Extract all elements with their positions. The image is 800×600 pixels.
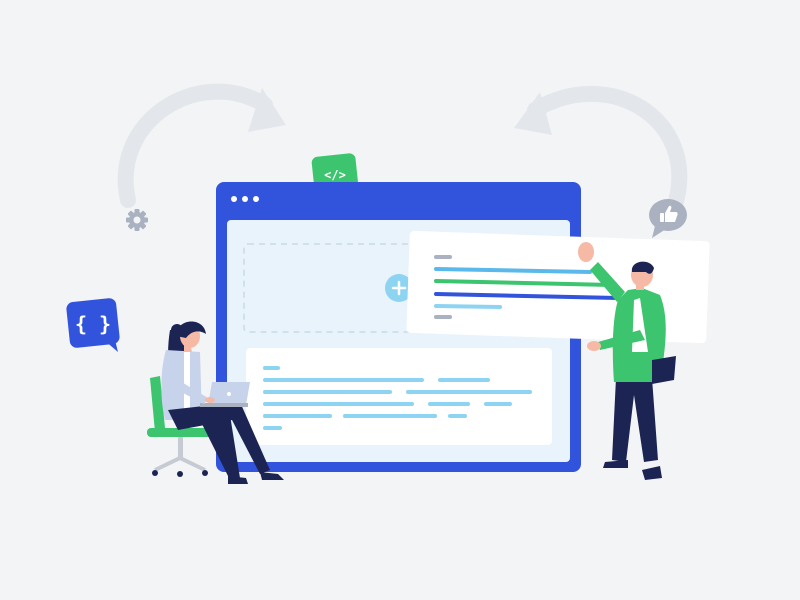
illustration: { } </>	[66, 83, 710, 484]
gear-icon	[126, 209, 148, 231]
text-card	[246, 348, 552, 445]
json-badge: { }	[66, 298, 120, 352]
window-dots	[231, 196, 259, 202]
code-tag-icon: </>	[324, 168, 346, 182]
curly-braces-icon: { }	[75, 312, 111, 336]
like-bubble	[649, 199, 687, 238]
